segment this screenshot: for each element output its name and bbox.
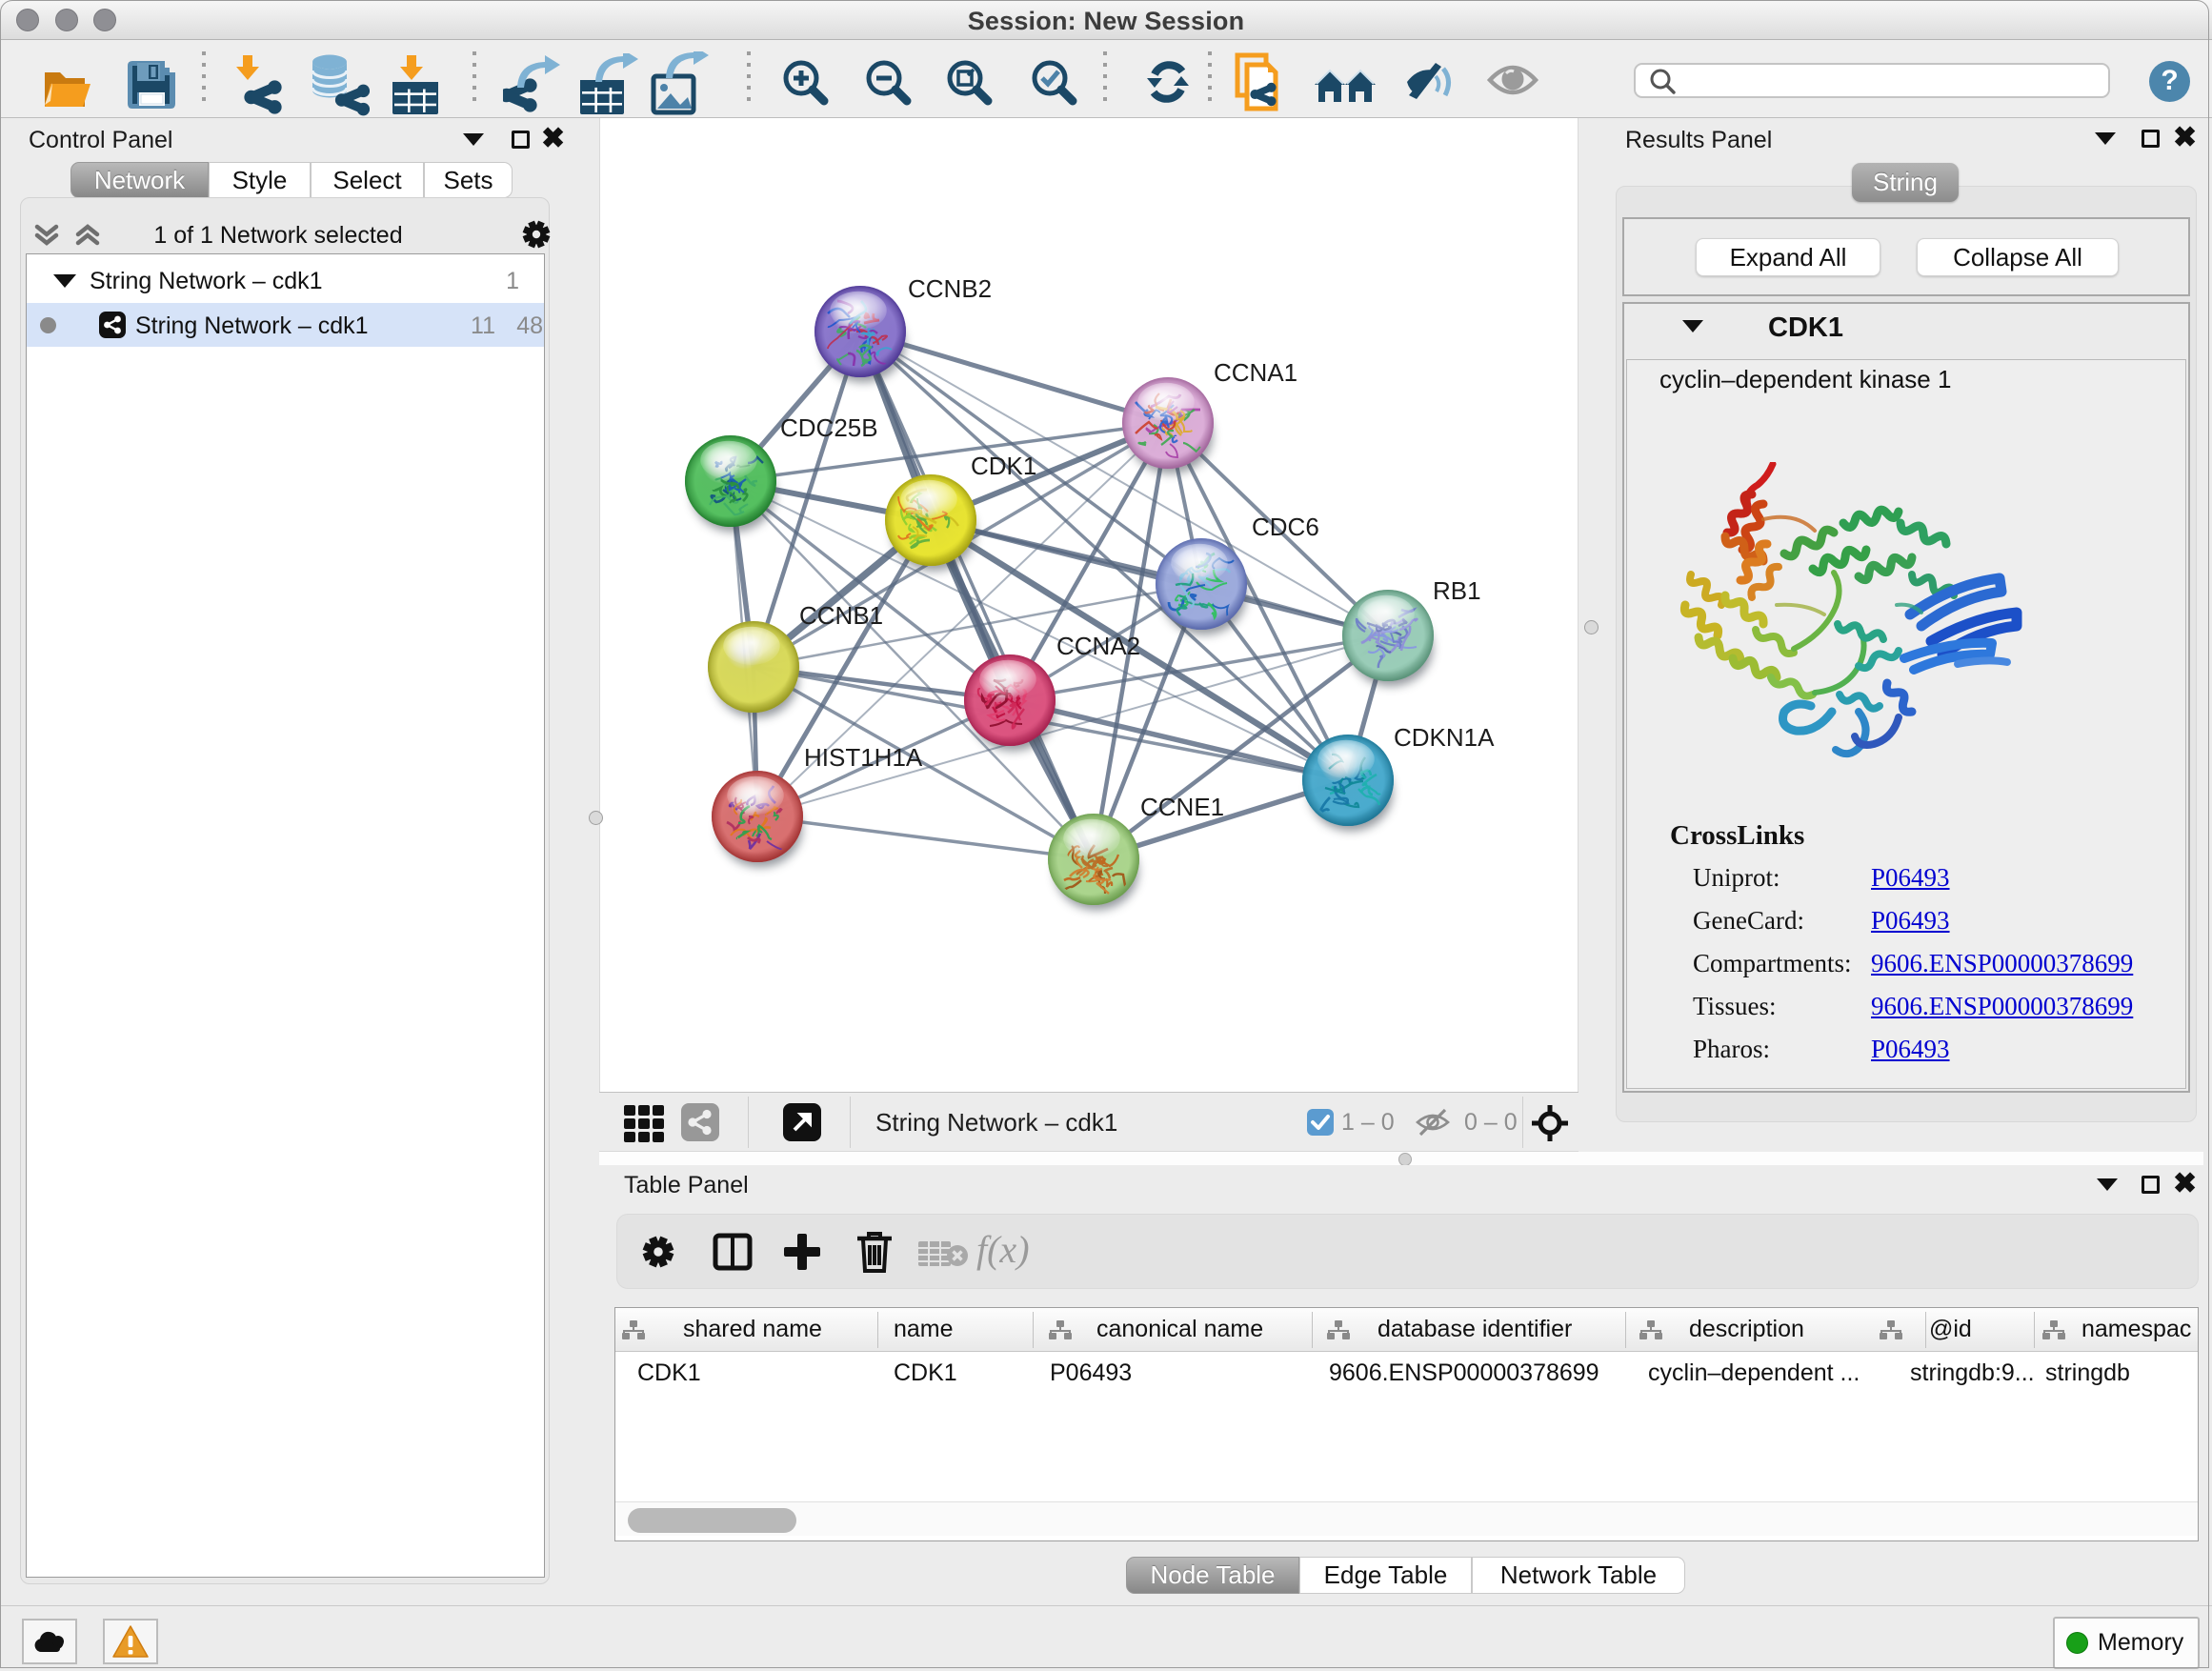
svg-text:HIST1H1A: HIST1H1A (804, 743, 923, 772)
svg-text:CDK1: CDK1 (971, 452, 1036, 480)
svg-text:CCNB1: CCNB1 (799, 601, 883, 630)
svg-text:CCNE1: CCNE1 (1140, 793, 1224, 821)
svg-text:CCNA1: CCNA1 (1214, 358, 1297, 387)
svg-text:CDKN1A: CDKN1A (1394, 723, 1495, 752)
svg-text:RB1: RB1 (1433, 576, 1481, 605)
svg-text:CCNB2: CCNB2 (908, 274, 992, 303)
svg-text:CCNA2: CCNA2 (1056, 632, 1140, 660)
svg-text:CDC25B: CDC25B (780, 413, 878, 442)
svg-text:CDC6: CDC6 (1252, 513, 1319, 541)
